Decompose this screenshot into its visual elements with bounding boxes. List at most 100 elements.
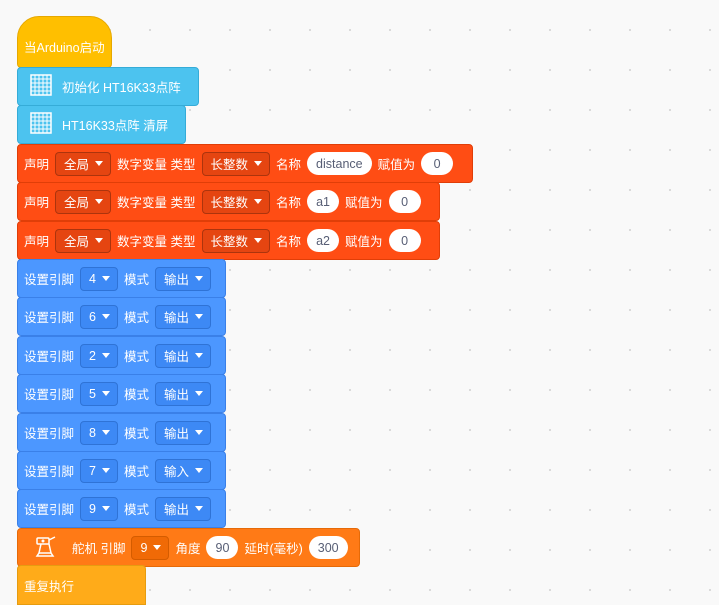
data-type-dropdown[interactable]: 长整数 <box>201 189 271 214</box>
chevron-down-icon <box>101 430 110 435</box>
mode-value: 输出 <box>163 350 189 364</box>
angle-input[interactable]: 90 <box>206 536 239 559</box>
set-pin-mode-block[interactable]: 设置引脚 6 模式 输出 <box>17 297 226 336</box>
mode-label: 模式 <box>123 465 149 479</box>
led-matrix-icon <box>30 112 52 137</box>
chevron-down-icon <box>153 545 162 550</box>
mode-label: 模式 <box>123 427 149 441</box>
loop-label: 重复执行 <box>24 579 75 594</box>
chevron-down-icon <box>195 353 203 358</box>
pin-dropdown[interactable]: 2 <box>80 343 118 368</box>
mode-label: 模式 <box>123 388 149 402</box>
mode-dropdown[interactable]: 输出 <box>154 304 211 329</box>
declare-variable-block[interactable]: 声明 全局 数字变量 类型 长整数 名称 a2 赋值为 0 <box>17 221 440 260</box>
data-type-dropdown[interactable]: 长整数 <box>201 228 271 253</box>
chevron-down-icon <box>95 199 104 204</box>
chevron-down-icon <box>101 506 110 511</box>
variable-name-input[interactable]: a2 <box>307 229 340 252</box>
pin-value: 2 <box>89 348 96 363</box>
chevron-down-icon <box>254 238 263 243</box>
angle-label: 角度 <box>175 542 201 556</box>
mode-label: 模式 <box>123 503 149 517</box>
delay-input[interactable]: 300 <box>308 536 348 559</box>
pin-dropdown[interactable]: 6 <box>80 304 118 329</box>
set-pin-mode-block[interactable]: 设置引脚 8 模式 输出 <box>17 413 226 452</box>
pin-dropdown[interactable]: 8 <box>80 420 118 445</box>
mode-value: 输出 <box>163 388 189 402</box>
when-arduino-starts-block[interactable]: 当Arduino启动 <box>17 16 112 68</box>
variable-name-input[interactable]: a1 <box>307 190 340 213</box>
set-pin-label: 设置引脚 <box>24 388 75 402</box>
chevron-down-icon <box>101 276 110 281</box>
repeat-forever-block[interactable]: 重复执行 <box>17 565 146 605</box>
mode-dropdown[interactable]: 输出 <box>154 496 211 521</box>
chevron-down-icon <box>101 314 110 319</box>
chevron-down-icon <box>195 314 203 319</box>
servo-pin-label: 舵机 引脚 <box>72 542 126 556</box>
set-pin-mode-block[interactable]: 设置引脚 4 模式 输出 <box>17 259 226 298</box>
mode-value: 输出 <box>163 273 189 287</box>
ht16k33-init-block[interactable]: 初始化 HT16K33点阵 <box>17 67 199 106</box>
chevron-down-icon <box>195 468 203 473</box>
chevron-down-icon <box>195 430 203 435</box>
chevron-down-icon <box>195 506 203 511</box>
declare-variable-block[interactable]: 声明 全局 数字变量 类型 长整数 名称 distance 赋值为 0 <box>17 144 473 183</box>
pin-value: 9 <box>89 501 96 516</box>
led-matrix-icon <box>30 74 52 99</box>
assign-label: 赋值为 <box>345 235 383 249</box>
scope-value: 全局 <box>64 235 90 249</box>
mode-label: 模式 <box>123 273 149 287</box>
data-type-value: 长整数 <box>210 158 249 172</box>
pin-value: 6 <box>89 309 96 324</box>
mode-dropdown[interactable]: 输出 <box>154 343 211 368</box>
declare-label: 声明 <box>24 196 50 210</box>
name-label: 名称 <box>276 196 302 210</box>
mode-dropdown[interactable]: 输出 <box>154 420 211 445</box>
mode-dropdown[interactable]: 输出 <box>154 381 211 406</box>
set-pin-mode-block[interactable]: 设置引脚 9 模式 输出 <box>17 489 226 528</box>
pin-value: 4 <box>89 271 96 286</box>
data-type-value: 长整数 <box>210 196 249 210</box>
pin-value: 7 <box>89 463 96 478</box>
declare-variable-block[interactable]: 声明 全局 数字变量 类型 长整数 名称 a1 赋值为 0 <box>17 182 440 221</box>
initial-value-input[interactable]: 0 <box>421 152 454 175</box>
initial-value-input[interactable]: 0 <box>388 190 421 213</box>
mode-value: 输出 <box>163 311 189 325</box>
servo-pin-dropdown[interactable]: 9 <box>131 535 170 560</box>
pin-dropdown[interactable]: 5 <box>80 381 118 406</box>
assign-label: 赋值为 <box>345 196 383 210</box>
pin-dropdown[interactable]: 9 <box>80 496 118 521</box>
set-pin-label: 设置引脚 <box>24 350 75 364</box>
matrix-init-label: 初始化 HT16K33点阵 <box>62 81 181 95</box>
pin-dropdown[interactable]: 4 <box>80 266 118 291</box>
chevron-down-icon <box>95 161 104 166</box>
mode-dropdown[interactable]: 输入 <box>154 458 211 483</box>
chevron-down-icon <box>95 238 104 243</box>
type-label: 数字变量 类型 <box>117 235 196 249</box>
set-pin-label: 设置引脚 <box>24 273 75 287</box>
scope-dropdown[interactable]: 全局 <box>55 228 112 253</box>
declare-label: 声明 <box>24 158 50 172</box>
data-type-value: 长整数 <box>210 235 249 249</box>
servo-icon <box>34 534 58 561</box>
type-label: 数字变量 类型 <box>117 158 196 172</box>
servo-block[interactable]: 舵机 引脚 9 角度 90 延时(毫秒) 300 <box>17 528 360 567</box>
mode-value: 输入 <box>163 465 189 479</box>
scope-dropdown[interactable]: 全局 <box>55 189 112 214</box>
pin-dropdown[interactable]: 7 <box>80 458 118 483</box>
hat-label: 当Arduino启动 <box>24 41 105 55</box>
mode-label: 模式 <box>123 350 149 364</box>
mode-dropdown[interactable]: 输出 <box>154 266 211 291</box>
chevron-down-icon <box>195 276 203 281</box>
set-pin-mode-block[interactable]: 设置引脚 2 模式 输出 <box>17 336 226 375</box>
set-pin-label: 设置引脚 <box>24 503 75 517</box>
chevron-down-icon <box>101 391 110 396</box>
set-pin-mode-block[interactable]: 设置引脚 5 模式 输出 <box>17 374 226 413</box>
scope-dropdown[interactable]: 全局 <box>55 151 112 176</box>
pin-value: 5 <box>89 386 96 401</box>
initial-value-input[interactable]: 0 <box>388 229 421 252</box>
variable-name-input[interactable]: distance <box>307 152 372 175</box>
set-pin-mode-block[interactable]: 设置引脚 7 模式 输入 <box>17 451 226 490</box>
ht16k33-clear-block[interactable]: HT16K33点阵 清屏 <box>17 105 186 144</box>
data-type-dropdown[interactable]: 长整数 <box>201 151 271 176</box>
